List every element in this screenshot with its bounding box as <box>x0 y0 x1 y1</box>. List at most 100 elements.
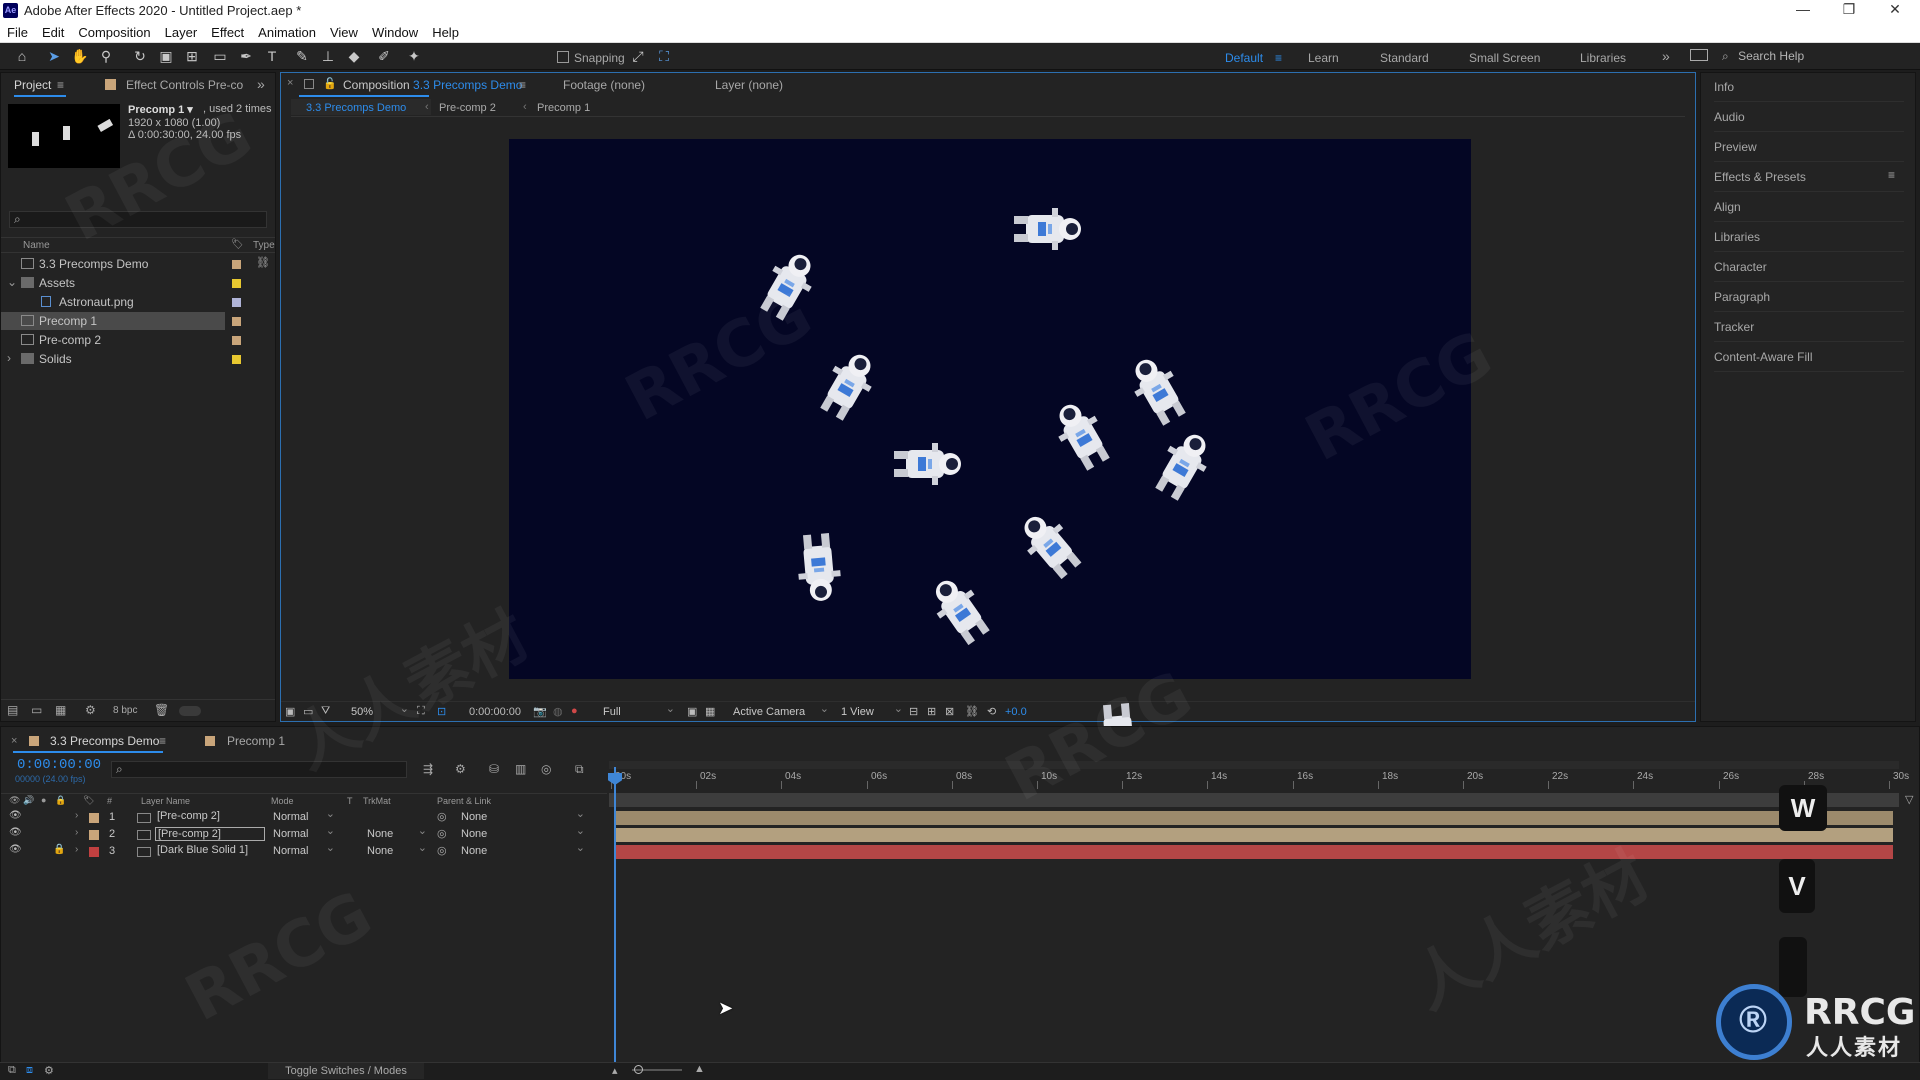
solo-toggle-icon[interactable]: ● <box>41 795 46 805</box>
menu-effect[interactable]: Effect <box>204 22 251 40</box>
work-area-range[interactable] <box>609 793 1899 807</box>
project-item[interactable]: Astronaut.png <box>1 293 271 311</box>
layer-name[interactable]: [Pre-comp 2] <box>155 827 265 841</box>
menu-layer[interactable]: Layer <box>158 22 205 40</box>
tab-composition[interactable]: Composition 3.3 Precomps Demo <box>343 78 522 92</box>
eye-icon[interactable]: 👁 <box>9 810 22 821</box>
menu-file[interactable]: File <box>0 22 35 40</box>
color-channel-icon[interactable]: ● <box>571 705 578 717</box>
timeline-zoom-handle[interactable] <box>634 1065 643 1074</box>
panel-overflow-icon[interactable]: » <box>257 76 265 92</box>
zoom-in-icon[interactable]: ▲ <box>694 1063 705 1075</box>
col-trkmat[interactable]: TrkMat <box>363 796 391 806</box>
project-item[interactable]: ⌄ Assets <box>1 274 271 292</box>
menu-edit[interactable]: Edit <box>35 22 71 40</box>
col-type[interactable]: Type <box>253 240 275 251</box>
layer-switches-icon[interactable]: ⧉ <box>8 1064 16 1077</box>
search-help-field[interactable]: ⌕ Search Help <box>1722 49 1912 65</box>
tab-effect-controls[interactable]: Effect Controls Pre-co <box>126 78 243 92</box>
label-swatch[interactable] <box>89 830 99 840</box>
graph-editor-icon[interactable]: ⧉ <box>575 762 584 777</box>
timeline-layer-row[interactable]: 👁 🔒 › 3 [Dark Blue Solid 1] Normal None ◎ None <box>1 841 601 860</box>
zoom-dropdown[interactable]: 50% <box>351 702 409 720</box>
workspace-standard[interactable]: Standard <box>1380 51 1429 65</box>
zoom-out-icon[interactable]: ▴ <box>612 1064 618 1077</box>
comp-tab-menu-icon[interactable]: ≡ <box>519 78 526 92</box>
motion-blur-icon[interactable]: ◎ <box>541 762 551 776</box>
rectangle-tool-icon[interactable]: ▭ <box>210 47 230 65</box>
panel-paragraph[interactable]: Paragraph <box>1714 282 1904 312</box>
twirl-arrow-icon[interactable]: › <box>75 827 78 838</box>
zoom-tool-icon[interactable]: ⚲ <box>96 47 116 65</box>
workspace-small-screen[interactable]: Small Screen <box>1469 51 1540 65</box>
toggle-pixel-aspect-icon[interactable]: ⊟ <box>909 705 918 718</box>
layer-duration-bar[interactable] <box>615 811 1893 825</box>
exposure-value[interactable]: +0.0 <box>1005 706 1027 718</box>
flowchart-icon[interactable]: ⛓ <box>256 256 270 269</box>
label-swatch[interactable] <box>232 317 241 326</box>
transfer-controls-icon[interactable]: ⧈ <box>26 1064 33 1077</box>
timeline-tab-active[interactable]: 3.3 Precomps Demo <box>50 734 159 748</box>
pen-tool-icon[interactable]: ✒ <box>236 47 256 65</box>
close-timeline-tab-icon[interactable]: × <box>11 735 17 747</box>
label-swatch[interactable] <box>232 298 241 307</box>
tab-project[interactable]: Project <box>14 78 51 92</box>
label-swatch[interactable] <box>232 336 241 345</box>
parent-dropdown[interactable]: None <box>461 841 585 858</box>
panel-tracker[interactable]: Tracker <box>1714 312 1904 342</box>
project-item[interactable]: Pre-comp 2 <box>1 331 271 349</box>
camera-tool-icon[interactable]: ▣ <box>156 47 176 65</box>
tab-layer[interactable]: Layer (none) <box>715 78 783 92</box>
restore-button[interactable]: ❐ <box>1826 1 1872 18</box>
eye-icon[interactable]: 👁 <box>9 844 22 855</box>
fast-previews-icon[interactable]: ▣ <box>687 705 697 718</box>
work-area-bar[interactable] <box>609 761 1899 769</box>
col-parent[interactable]: Parent & Link <box>437 796 491 806</box>
new-composition-icon[interactable]: ▦ <box>55 703 66 717</box>
pickwhip-icon[interactable]: ◎ <box>437 827 447 840</box>
transparency-grid-icon[interactable]: ▦ <box>705 705 715 718</box>
selection-tool-icon[interactable]: ➤ <box>44 47 64 65</box>
region-of-interest-icon[interactable]: ⊡ <box>437 705 446 718</box>
trkmat-dropdown[interactable]: None <box>367 841 427 858</box>
label-swatch[interactable] <box>232 260 241 269</box>
timeline-icon[interactable]: ⊠ <box>945 705 954 718</box>
flowchart-icon[interactable]: ⛓ <box>965 705 979 718</box>
menu-animation[interactable]: Animation <box>251 22 323 40</box>
menu-composition[interactable]: Composition <box>71 22 157 40</box>
rotation-tool-icon[interactable]: ↻ <box>130 47 150 65</box>
pickwhip-icon[interactable]: ◎ <box>437 844 447 857</box>
pickwhip-icon[interactable]: ◎ <box>437 810 447 823</box>
panel-libraries[interactable]: Libraries <box>1714 222 1904 252</box>
close-button[interactable]: ✕ <box>1872 1 1918 18</box>
col-mode[interactable]: Mode <box>271 796 294 806</box>
mode-dropdown[interactable]: Normal <box>273 824 335 841</box>
menu-view[interactable]: View <box>323 22 365 40</box>
type-tool-icon[interactable]: T <box>262 47 282 65</box>
label-swatch[interactable] <box>232 355 241 364</box>
col-name[interactable]: Name <box>23 240 50 251</box>
comp-tab-lock-icon[interactable] <box>304 79 314 89</box>
thumbnail-slider[interactable] <box>179 706 201 716</box>
lock-toggle-icon[interactable]: 🔒 <box>55 795 66 806</box>
col-layer-name[interactable]: Layer Name <box>141 796 190 806</box>
viewer-timecode[interactable]: 0:00:00:00 <box>469 706 521 718</box>
interpret-footage-icon[interactable]: ▤ <box>7 703 18 717</box>
workspace-default[interactable]: Default <box>1225 51 1263 65</box>
twirl-arrow-icon[interactable]: › <box>75 810 78 821</box>
panel-content-aware-fill[interactable]: Content-Aware Fill <box>1714 342 1904 372</box>
home-icon[interactable]: ⌂ <box>12 47 32 65</box>
mode-dropdown[interactable]: Normal <box>273 807 335 824</box>
layer-name[interactable]: [Pre-comp 2] <box>155 810 222 822</box>
workspace-menu-icon[interactable]: ≡ <box>1275 51 1282 65</box>
tab-footage[interactable]: Footage (none) <box>563 78 645 92</box>
time-ruler[interactable]: 00s 02s 04s 06s 08s 10s 12s 14s 16s 18s 20s 22s 24s 2… <box>609 769 1909 789</box>
layer-duration-bar[interactable] <box>615 828 1893 842</box>
label-swatch[interactable] <box>89 847 99 857</box>
label-swatch[interactable] <box>232 279 241 288</box>
workspace-libraries[interactable]: Libraries <box>1580 51 1626 65</box>
puppet-tool-icon[interactable]: ✦ <box>404 47 424 65</box>
snap-options-icon[interactable]: ⤢ <box>628 47 648 65</box>
timeline-search-input[interactable]: ⌕ <box>111 761 407 778</box>
composition-canvas[interactable] <box>509 139 1471 1040</box>
